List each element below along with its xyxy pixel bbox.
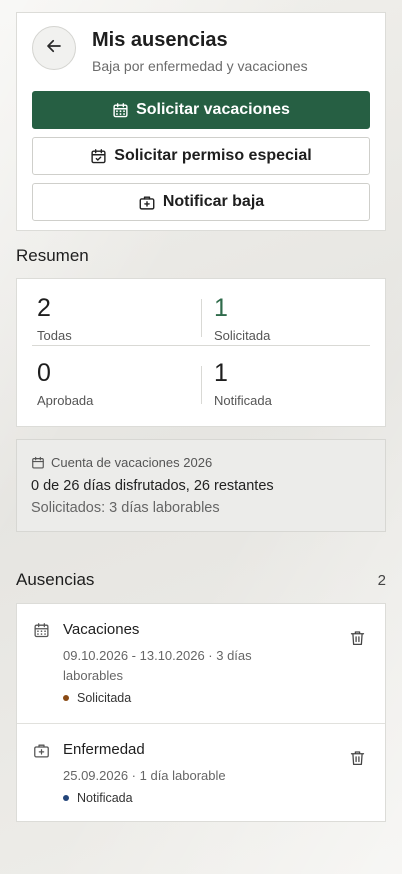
absence-type: Vacaciones: [63, 621, 140, 638]
absence-dates: 09.10.2026 - 13.10.2026 · 3 días laborab…: [63, 648, 252, 683]
summary-row: 2 Todas 1 Solicitada: [32, 279, 370, 345]
calendar-icon: [112, 102, 129, 119]
vacation-account-title: Cuenta de vacaciones 2026: [51, 455, 213, 470]
trash-icon[interactable]: [349, 629, 366, 647]
vacation-account-header: Cuenta de vacaciones 2026: [31, 455, 371, 470]
status-badge: Notificada: [63, 791, 370, 805]
request-special-leave-label: Solicitar permiso especial: [114, 147, 312, 164]
request-special-leave-button[interactable]: Solicitar permiso especial: [32, 137, 370, 175]
status-dot: [63, 695, 69, 701]
absences-list: Vacaciones 09.10.2026 - 13.10.2026 · 3 d…: [16, 603, 386, 822]
status-label: Solicitada: [77, 691, 132, 705]
summary-all[interactable]: 2 Todas: [32, 279, 201, 345]
vacation-account-box: Cuenta de vacaciones 2026 0 de 26 días d…: [16, 439, 386, 532]
calendar-check-icon: [90, 148, 107, 165]
arrow-left-icon: [45, 37, 63, 60]
status-badge: Solicitada: [63, 691, 370, 705]
absences-heading: Ausencias: [16, 570, 95, 589]
absences-count: 2: [377, 571, 386, 589]
notify-sick-leave-label: Notificar baja: [162, 193, 265, 210]
status-label: Notificada: [77, 791, 133, 805]
summary-heading: Resumen: [16, 246, 89, 265]
calendar-icon: [33, 622, 50, 639]
page-title: Mis ausencias: [92, 29, 228, 51]
absences-header: Ausencias 2: [16, 570, 386, 590]
header-card: Mis ausencias Baja por enfermedad y vaca…: [16, 12, 386, 231]
header-titles: Mis ausencias Baja por enfermedad y vaca…: [92, 26, 308, 75]
status-dot: [63, 795, 69, 801]
trash-icon[interactable]: [349, 749, 366, 767]
request-vacation-button[interactable]: Solicitar vacaciones: [32, 91, 370, 129]
absence-item-sick[interactable]: Enfermedad 25.09.2026 · 1 día laborable …: [17, 723, 385, 821]
summary-notified-label: Notificada: [214, 393, 272, 408]
summary-notified[interactable]: 1 Notificada: [201, 346, 370, 411]
summary-requested-label: Solicitada: [214, 328, 271, 343]
notify-sick-leave-button[interactable]: Notificar baja: [32, 183, 370, 221]
request-vacation-label: Solicitar vacaciones: [136, 101, 290, 118]
absence-dates: 25.09.2026 · 1 día laborable: [63, 768, 226, 783]
summary-all-label: Todas: [37, 328, 72, 343]
summary-approved[interactable]: 0 Aprobada: [32, 346, 201, 411]
page: Mis ausencias Baja por enfermedad y vaca…: [16, 12, 386, 822]
summary-requested[interactable]: 1 Solicitada: [201, 279, 370, 345]
absence-type: Enfermedad: [63, 741, 145, 758]
medical-kit-icon: [138, 194, 156, 211]
summary-approved-value: 0: [37, 359, 51, 387]
summary-row: 0 Aprobada 1 Notificada: [32, 345, 370, 411]
header: Mis ausencias Baja por enfermedad y vaca…: [32, 26, 370, 75]
page-subtitle: Baja por enfermedad y vacaciones: [92, 58, 308, 74]
summary-all-value: 2: [37, 294, 51, 322]
calendar-icon: [31, 456, 45, 470]
summary-card: 2 Todas 1 Solicitada 0 Aprobada 1 Notifi…: [16, 278, 386, 427]
absence-item-vacation[interactable]: Vacaciones 09.10.2026 - 13.10.2026 · 3 d…: [17, 604, 385, 723]
vacation-days-requested: Solicitados: 3 días laborables: [31, 500, 220, 516]
summary-requested-value: 1: [214, 294, 228, 322]
summary-approved-label: Aprobada: [37, 393, 94, 408]
summary-notified-value: 1: [214, 359, 228, 387]
back-button[interactable]: [32, 26, 76, 70]
medical-kit-icon: [33, 742, 50, 759]
vacation-days-used: 0 de 26 días disfrutados, 26 restantes: [31, 478, 274, 494]
